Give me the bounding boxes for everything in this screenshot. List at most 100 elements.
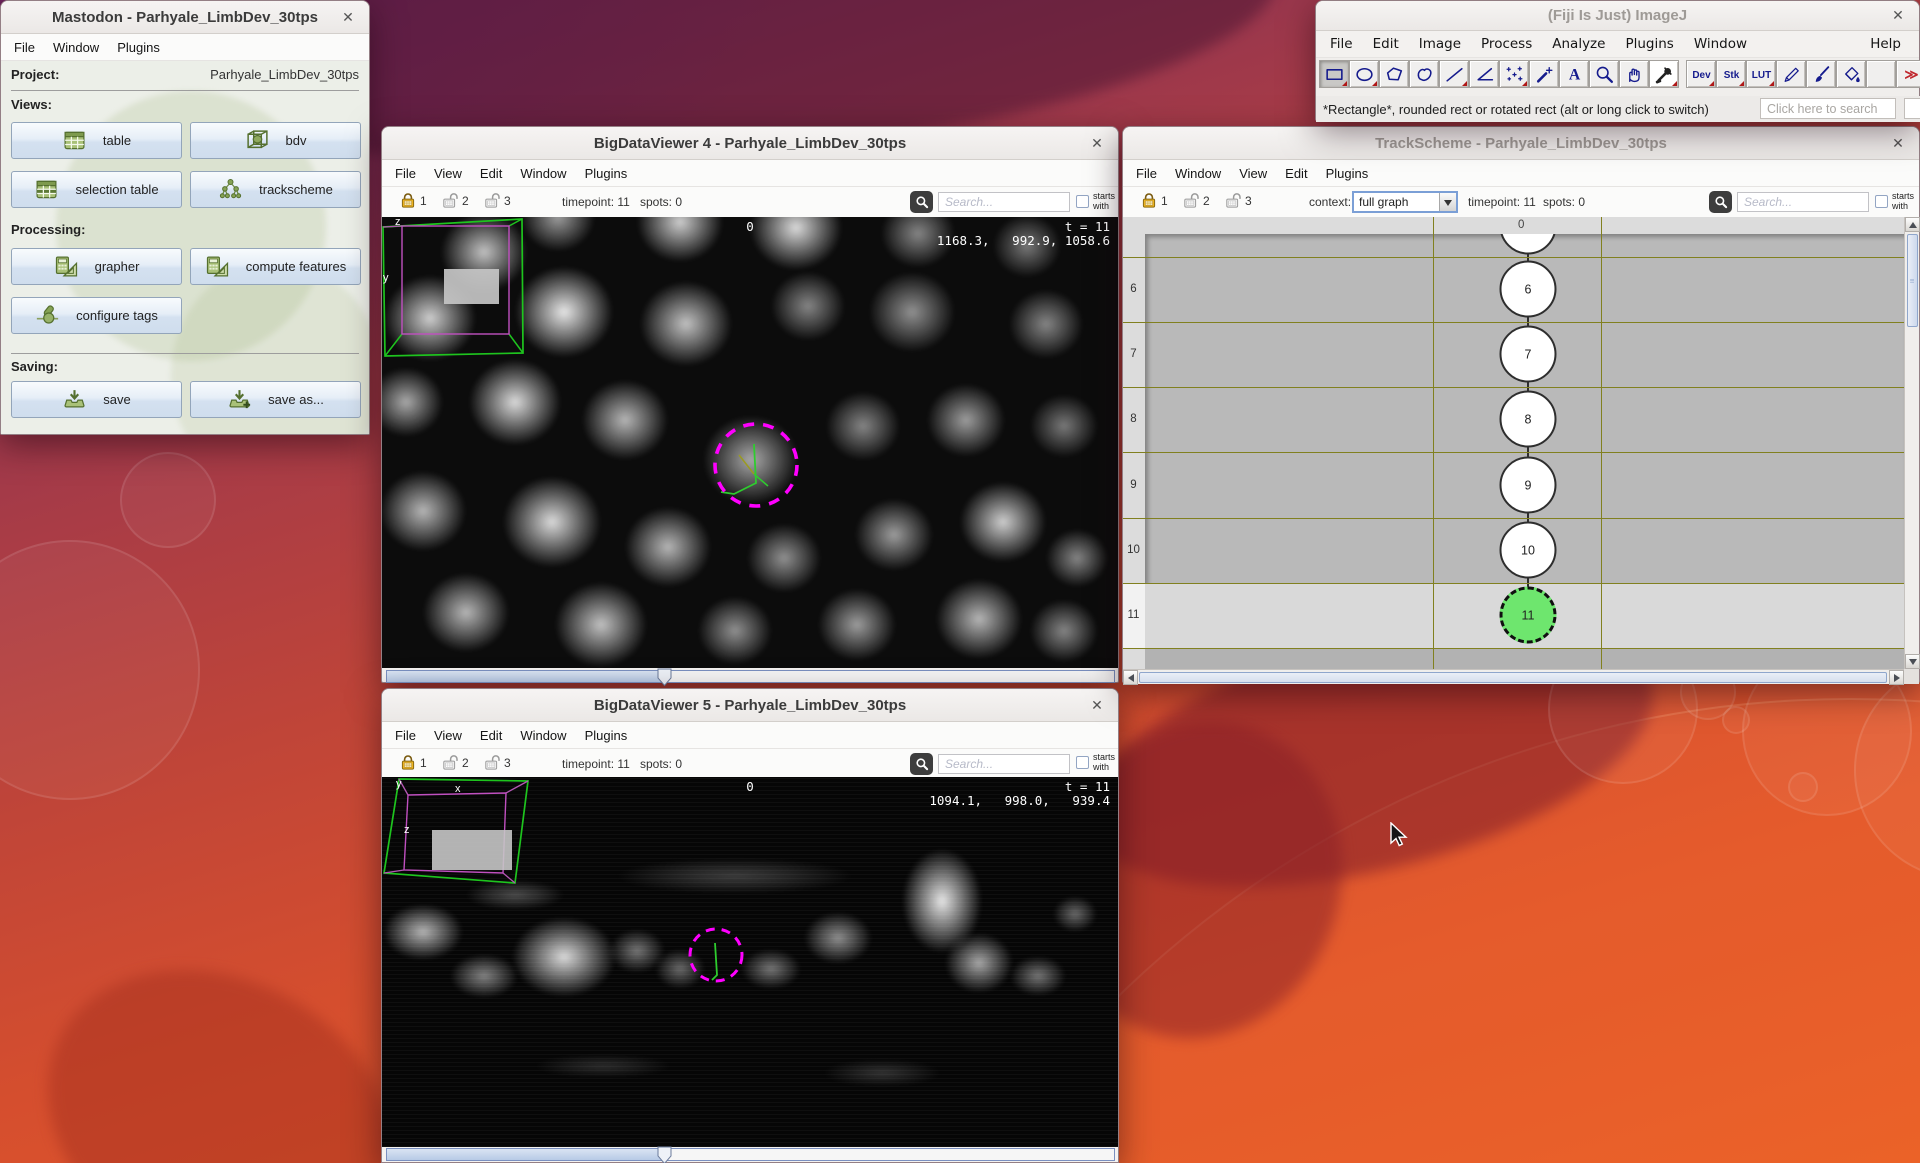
spot-node-9[interactable]: 9 (1500, 457, 1557, 514)
tool-rectangle[interactable] (1319, 60, 1349, 88)
lock-2-toggle[interactable]: 2 (1183, 192, 1210, 209)
menu-item-plugins[interactable]: Plugins (1615, 32, 1683, 56)
lock-1-toggle[interactable]: 1 (1141, 192, 1168, 209)
search-icon[interactable] (910, 753, 933, 775)
close-icon[interactable]: ✕ (1888, 133, 1908, 153)
menu-item-window[interactable]: Window (44, 36, 108, 59)
selected-spot-circle[interactable] (682, 927, 762, 997)
bdv5-viewport[interactable]: y x z 0 t = 11 1094.1, 998.0, 939.4 (382, 777, 1118, 1147)
tool-polygon[interactable] (1379, 60, 1409, 88)
slider-thumb[interactable] (657, 1146, 673, 1163)
starts-with-checkbox[interactable] (1076, 195, 1089, 208)
lock-1-toggle[interactable]: 1 (400, 754, 427, 771)
lock-2-toggle[interactable]: 2 (442, 754, 469, 771)
scroll-left-button[interactable] (1123, 670, 1138, 685)
menu-item-plugins[interactable]: Plugins (576, 724, 637, 747)
trackscheme-graph[interactable]: 67891011 67891011 0 (1123, 217, 1904, 669)
table-button[interactable]: table (11, 122, 182, 159)
menu-item-plugins[interactable]: Plugins (108, 36, 169, 59)
search-input[interactable] (1737, 192, 1869, 212)
menu-item-view[interactable]: View (425, 162, 471, 185)
menu-item-process[interactable]: Process (1471, 32, 1542, 56)
search-input[interactable] (938, 754, 1070, 774)
menu-item-plugins[interactable]: Plugins (576, 162, 637, 185)
menu-item-view[interactable]: View (1230, 162, 1276, 185)
tool-fill[interactable] (1836, 60, 1866, 88)
bdv4-viewport[interactable]: z y 0 t = 11 1168.3, 992.9, 1058.6 (382, 217, 1118, 668)
menu-item-file[interactable]: File (5, 36, 44, 59)
menu-item-analyze[interactable]: Analyze (1542, 32, 1615, 56)
search-input[interactable] (938, 192, 1070, 212)
menu-item-edit[interactable]: Edit (471, 162, 511, 185)
slider-thumb[interactable] (657, 668, 673, 687)
search-icon[interactable] (1709, 191, 1732, 213)
menu-item-edit[interactable]: Edit (1363, 32, 1409, 56)
menu-item-window[interactable]: Window (511, 162, 575, 185)
starts-with-checkbox[interactable] (1875, 195, 1888, 208)
tool-pencil[interactable] (1776, 60, 1806, 88)
bdv4-time-slider[interactable] (386, 670, 1115, 683)
bdv5-time-slider[interactable] (386, 1148, 1115, 1161)
bdv4-titlebar[interactable]: BigDataViewer 4 - Parhyale_LimbDev_30tps… (382, 127, 1118, 160)
lock-3-toggle[interactable]: 3 (1225, 192, 1252, 209)
scroll-up-button[interactable] (1905, 217, 1920, 232)
menu-item-file[interactable]: File (386, 162, 425, 185)
tool-angle[interactable] (1469, 60, 1499, 88)
menu-item-view[interactable]: View (425, 724, 471, 747)
spot-node-10[interactable]: 10 (1500, 522, 1557, 579)
menu-item-edit[interactable]: Edit (1276, 162, 1316, 185)
tool-lut[interactable]: LUT (1746, 60, 1776, 88)
horizontal-scrollbar-thumb[interactable] (1139, 672, 1887, 683)
vertical-scrollbar-thumb[interactable]: ≡ (1907, 234, 1918, 327)
context-dropdown[interactable]: full graph (1352, 191, 1458, 213)
tool-brush[interactable] (1806, 60, 1836, 88)
lock-2-toggle[interactable]: 2 (442, 192, 469, 209)
imagej-search-input[interactable] (1760, 98, 1896, 119)
search-box[interactable] (1904, 98, 1920, 119)
close-icon[interactable]: ✕ (1888, 6, 1908, 26)
menu-item-help[interactable]: Help (1860, 32, 1911, 56)
menu-item-window[interactable]: Window (1684, 32, 1757, 56)
tool-hand[interactable] (1619, 60, 1649, 88)
selection-table-button[interactable]: selection table (11, 171, 182, 208)
tool-oval[interactable] (1349, 60, 1379, 88)
search-icon[interactable] (910, 191, 933, 213)
bdv5-titlebar[interactable]: BigDataViewer 5 - Parhyale_LimbDev_30tps… (382, 689, 1118, 722)
bdv-button[interactable]: bdv (190, 122, 361, 159)
spot-node-6[interactable]: 6 (1500, 261, 1557, 318)
save-button[interactable]: save (11, 381, 182, 418)
spot-node-11[interactable]: 11 (1500, 587, 1557, 644)
tool-freehand[interactable] (1409, 60, 1439, 88)
close-icon[interactable]: ✕ (1087, 695, 1107, 715)
tool-text[interactable]: A (1559, 60, 1589, 88)
menu-item-image[interactable]: Image (1409, 32, 1471, 56)
imagej-titlebar[interactable]: (Fiji Is Just) ImageJ ✕ (1316, 1, 1919, 31)
lock-3-toggle[interactable]: 3 (484, 754, 511, 771)
grapher-button[interactable]: grapher (11, 248, 182, 285)
close-icon[interactable]: ✕ (1087, 133, 1107, 153)
tool-line[interactable] (1439, 60, 1469, 88)
trackscheme-titlebar[interactable]: TrackScheme - Parhyale_LimbDev_30tps ✕ (1123, 127, 1919, 160)
chevron-down-icon[interactable] (1439, 193, 1456, 211)
tool-stk[interactable]: Stk (1716, 60, 1746, 88)
compute-features-button[interactable]: compute features (190, 248, 361, 285)
starts-with-checkbox[interactable] (1076, 756, 1089, 769)
menu-item-window[interactable]: Window (511, 724, 575, 747)
tool-dev[interactable]: Dev (1686, 60, 1716, 88)
menu-item-file[interactable]: File (386, 724, 425, 747)
tool-dropper[interactable] (1649, 60, 1679, 88)
horizontal-scrollbar[interactable] (1123, 669, 1904, 684)
menu-item-window[interactable]: Window (1166, 162, 1230, 185)
menu-item-plugins[interactable]: Plugins (1317, 162, 1378, 185)
menu-item-file[interactable]: File (1127, 162, 1166, 185)
menu-item-edit[interactable]: Edit (471, 724, 511, 747)
trackscheme-button[interactable]: trackscheme (190, 171, 361, 208)
spot-node-7[interactable]: 7 (1500, 326, 1557, 383)
vertical-scrollbar[interactable]: ≡ (1904, 217, 1919, 669)
lock-3-toggle[interactable]: 3 (484, 192, 511, 209)
tool-point[interactable] (1499, 60, 1529, 88)
mastodon-titlebar[interactable]: Mastodon - Parhyale_LimbDev_30tps ✕ (1, 1, 369, 34)
tool-wand[interactable] (1529, 60, 1559, 88)
scroll-right-button[interactable] (1889, 670, 1904, 685)
menu-item-file[interactable]: File (1320, 32, 1363, 56)
